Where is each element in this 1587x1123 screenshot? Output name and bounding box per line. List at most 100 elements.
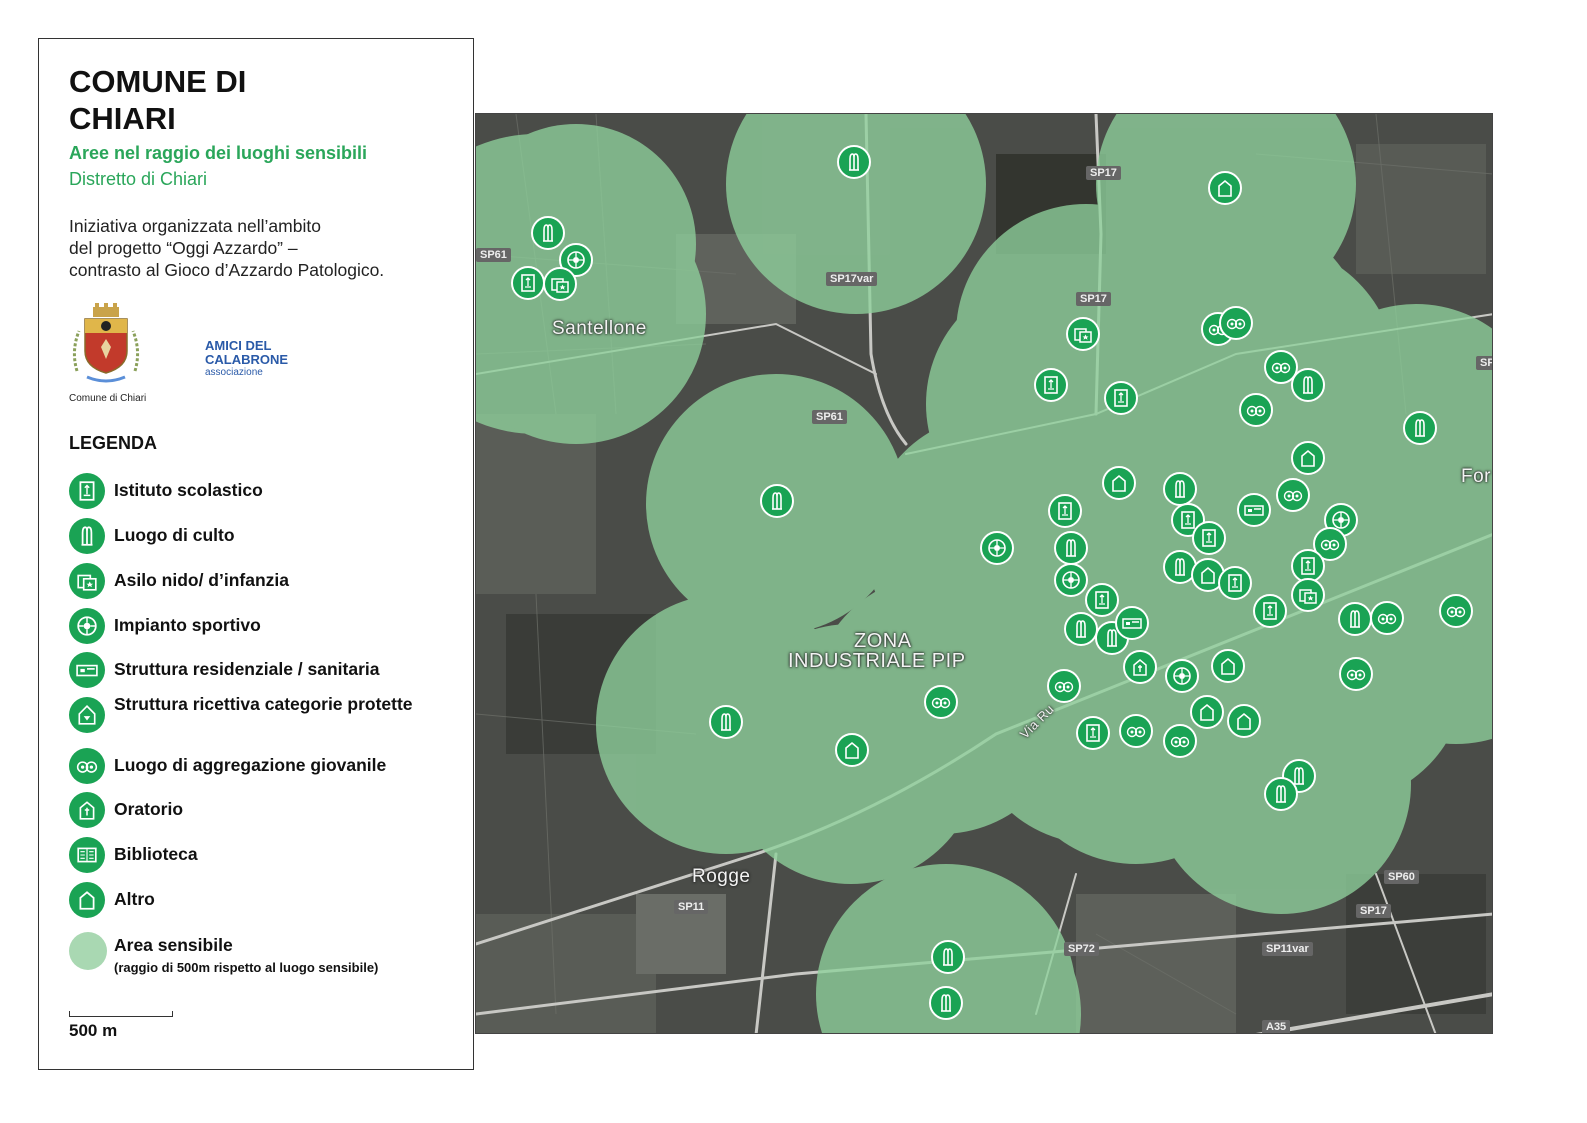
map-pin-other[interactable] bbox=[1102, 466, 1136, 500]
map-view[interactable]: Santellone ZONA INDUSTRIALE PIP Rogge Fo… bbox=[475, 113, 1493, 1034]
scale-bar bbox=[69, 1011, 173, 1017]
map-pin-sport[interactable] bbox=[1054, 563, 1088, 597]
page-title: COMUNE DI CHIARI bbox=[69, 64, 247, 136]
map-pin-nursery[interactable] bbox=[1291, 578, 1325, 612]
map-pin-youth[interactable] bbox=[1370, 601, 1404, 635]
map-pin-oratory[interactable] bbox=[1123, 650, 1157, 684]
legend-item-library: Biblioteca bbox=[69, 837, 469, 877]
legend-label-health: Struttura residenziale / sanitaria bbox=[114, 659, 380, 679]
map-pin-school[interactable] bbox=[1192, 521, 1226, 555]
map-pin-church[interactable] bbox=[760, 484, 794, 518]
map-pin-nursery[interactable] bbox=[543, 267, 577, 301]
map-pin-youth[interactable] bbox=[1219, 306, 1253, 340]
road-tag-sp17-north: SP17 bbox=[1086, 166, 1121, 180]
legend-label-youth: Luogo di aggregazione giovanile bbox=[114, 755, 387, 775]
map-pin-youth[interactable] bbox=[1047, 669, 1081, 703]
map-pin-other[interactable] bbox=[1190, 695, 1224, 729]
map-pin-other[interactable] bbox=[1291, 441, 1325, 475]
legend-item-area: Area sensibile (raggio di 500m rispetto … bbox=[69, 932, 469, 975]
oratory-icon bbox=[69, 792, 105, 828]
map-pin-youth[interactable] bbox=[1163, 724, 1197, 758]
road-tag-sp61-center: SP61 bbox=[812, 410, 847, 424]
map-pin-church[interactable] bbox=[531, 216, 565, 250]
map-pin-church[interactable] bbox=[1264, 777, 1298, 811]
legend-item-youth: Luogo di aggregazione giovanile bbox=[69, 748, 469, 788]
place-label-industriale-pip: INDUSTRIALE PIP bbox=[788, 650, 966, 672]
legend-item-sport: Impianto sportivo bbox=[69, 608, 469, 648]
shelter-icon bbox=[69, 697, 105, 733]
map-pin-youth[interactable] bbox=[924, 685, 958, 719]
legend-area-sublabel: (raggio di 500m rispetto al luogo sensib… bbox=[114, 960, 379, 975]
legend-label-oratory: Oratorio bbox=[114, 799, 184, 819]
place-label-rogge: Rogge bbox=[692, 866, 751, 887]
map-pin-school[interactable] bbox=[1076, 716, 1110, 750]
comune-logo-caption: Comune di Chiari bbox=[69, 393, 147, 404]
legend-label-sport: Impianto sportivo bbox=[114, 615, 261, 635]
map-pin-church[interactable] bbox=[1403, 411, 1437, 445]
road-tag-sp-east: SP bbox=[1476, 356, 1492, 370]
youth-faces-icon bbox=[69, 748, 105, 784]
map-pin-health[interactable] bbox=[1115, 606, 1149, 640]
map-pin-youth[interactable] bbox=[1239, 393, 1273, 427]
project-description: Iniziativa organizzata nell’ambito del p… bbox=[69, 216, 385, 280]
amici-logo-line3: associazione bbox=[205, 367, 263, 378]
amici-del-calabrone-logo: AMICI DEL CALABRONE associazione bbox=[205, 339, 315, 385]
map-pin-school[interactable] bbox=[1048, 494, 1082, 528]
legend-area-label: Area sensibile bbox=[114, 935, 233, 955]
legend-item-oratory: Oratorio bbox=[69, 792, 469, 832]
map-pin-church[interactable] bbox=[1064, 612, 1098, 646]
road-tag-sp11: SP11 bbox=[674, 900, 709, 914]
road-tag-sp17var: SP17var bbox=[826, 272, 878, 286]
map-pin-school[interactable] bbox=[1034, 368, 1068, 402]
legend-item-other: Altro bbox=[69, 882, 469, 922]
map-pin-school[interactable] bbox=[1104, 381, 1138, 415]
satellite-base-layer bbox=[476, 114, 1492, 1033]
map-pin-sport[interactable] bbox=[1165, 659, 1199, 693]
map-pin-church[interactable] bbox=[1054, 531, 1088, 565]
map-pin-health[interactable] bbox=[1237, 493, 1271, 527]
map-pin-youth[interactable] bbox=[1276, 478, 1310, 512]
map-pin-sport[interactable] bbox=[980, 531, 1014, 565]
legend-label-church: Luogo di culto bbox=[114, 525, 235, 545]
road-tag-sp17-south: SP17 bbox=[1356, 904, 1391, 918]
road-tag-a35: A35 bbox=[1262, 1020, 1291, 1033]
nursery-icon bbox=[69, 563, 105, 599]
map-pin-school[interactable] bbox=[1218, 566, 1252, 600]
map-pin-church[interactable] bbox=[931, 940, 965, 974]
school-icon bbox=[69, 473, 105, 509]
legend-label-nursery: Asilo nido/ d’infanzia bbox=[114, 570, 289, 590]
map-pin-church[interactable] bbox=[1291, 368, 1325, 402]
map-pin-church[interactable] bbox=[929, 986, 963, 1020]
map-pin-youth[interactable] bbox=[1119, 714, 1153, 748]
legend-title: LEGENDA bbox=[69, 433, 158, 453]
scale-label: 500 m bbox=[69, 1021, 118, 1040]
legend-label-library: Biblioteca bbox=[114, 844, 198, 864]
map-pin-youth[interactable] bbox=[1339, 657, 1373, 691]
map-pin-school[interactable] bbox=[1085, 583, 1119, 617]
house-icon bbox=[69, 882, 105, 918]
map-pin-school[interactable] bbox=[511, 266, 545, 300]
place-label-for: For bbox=[1461, 466, 1491, 487]
legend-item-shelter: Struttura ricettiva categorie protette bbox=[69, 694, 469, 737]
legend-item-health: Struttura residenziale / sanitaria bbox=[69, 652, 469, 692]
map-pin-church[interactable] bbox=[709, 705, 743, 739]
map-pin-church[interactable] bbox=[1338, 602, 1372, 636]
map-pin-other[interactable] bbox=[1208, 171, 1242, 205]
amici-logo-line1: AMICI DEL bbox=[205, 338, 272, 353]
info-panel: COMUNE DI CHIARI Aree nel raggio dei luo… bbox=[38, 38, 474, 1070]
praying-hands-icon bbox=[69, 518, 105, 554]
legend-label-school: Istituto scolastico bbox=[114, 480, 263, 500]
map-pin-nursery[interactable] bbox=[1066, 317, 1100, 351]
map-pin-church[interactable] bbox=[837, 145, 871, 179]
map-pin-other[interactable] bbox=[1211, 649, 1245, 683]
map-pin-church[interactable] bbox=[1163, 472, 1197, 506]
map-pin-other[interactable] bbox=[1227, 704, 1261, 738]
district-name: Distretto di Chiari bbox=[69, 169, 208, 189]
place-label-santellone: Santellone bbox=[552, 318, 647, 339]
legend-item-school: Istituto scolastico bbox=[69, 473, 469, 513]
road-tag-sp60: SP60 bbox=[1384, 870, 1419, 884]
map-pin-school[interactable] bbox=[1253, 594, 1287, 628]
map-pin-other[interactable] bbox=[835, 733, 869, 767]
map-pin-youth[interactable] bbox=[1439, 594, 1473, 628]
amici-logo-line2: CALABRONE bbox=[205, 352, 289, 367]
